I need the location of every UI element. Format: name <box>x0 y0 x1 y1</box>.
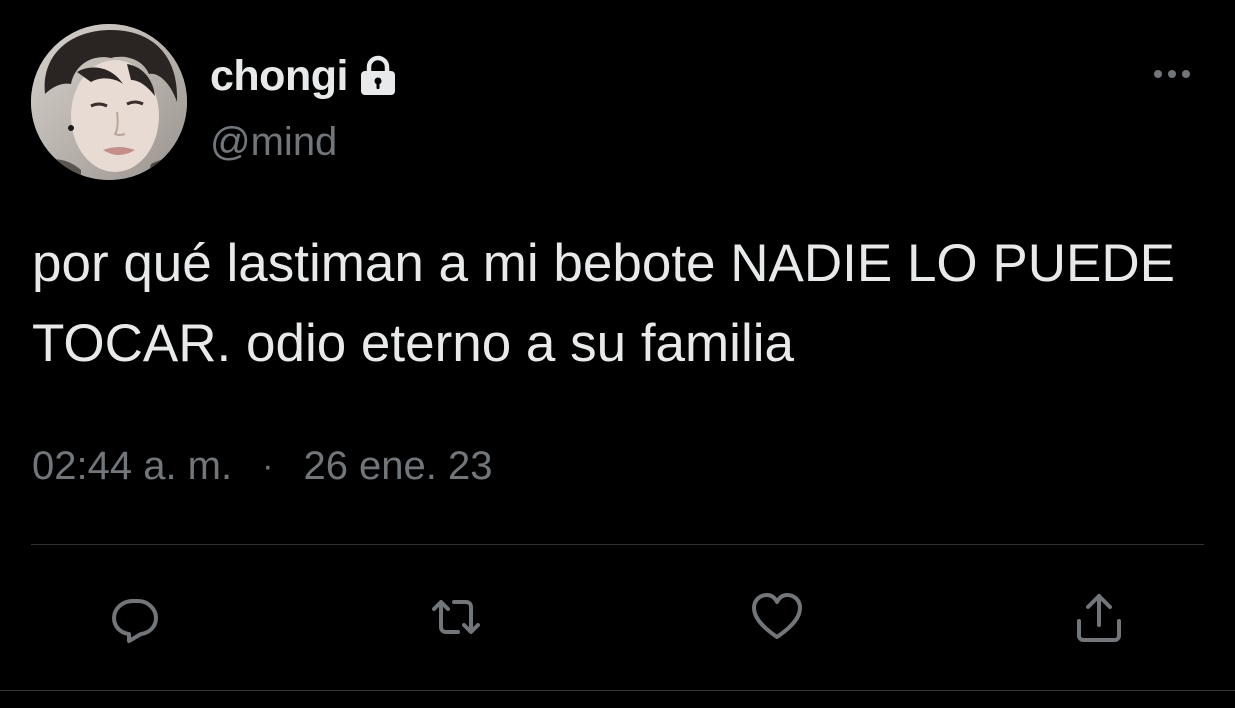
retweet-icon <box>432 600 480 634</box>
reply-button[interactable] <box>107 589 163 645</box>
retweet-button[interactable] <box>428 589 484 645</box>
reply-icon <box>112 599 158 643</box>
tweet-timestamp[interactable]: 02:44 a. m. · 26 ene. 23 <box>32 442 493 490</box>
tweet-time[interactable]: 02:44 a. m. <box>32 442 232 490</box>
like-button[interactable] <box>749 589 805 645</box>
more-icon[interactable] <box>1150 62 1194 86</box>
user-handle[interactable]: @mind <box>210 122 337 162</box>
avatar-image <box>31 24 187 180</box>
tweet-date[interactable]: 26 ene. 23 <box>303 442 492 490</box>
lock-icon <box>358 54 398 98</box>
bottom-divider <box>0 690 1235 691</box>
meta-separator: · <box>262 447 274 485</box>
heart-icon <box>752 593 802 639</box>
display-name[interactable]: chongi <box>210 54 348 98</box>
divider <box>31 544 1204 545</box>
share-icon <box>1077 594 1121 642</box>
share-button[interactable] <box>1071 589 1127 645</box>
tweet-card: chongi @mind por qué lastiman a mi bebot… <box>0 0 1235 708</box>
tweet-text: por qué lastiman a mi bebote NADIE LO PU… <box>32 234 1175 373</box>
avatar[interactable] <box>31 24 187 180</box>
name-row: chongi <box>210 48 398 104</box>
